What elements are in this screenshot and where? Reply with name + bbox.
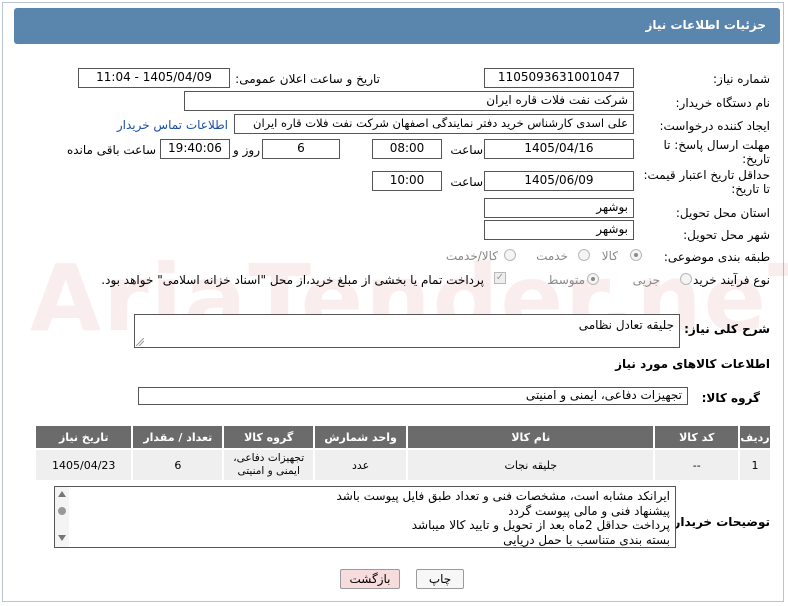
- reply-deadline-label: مهلت ارسال پاسخ: تا: [663, 138, 770, 152]
- goods-table: ردیف کد کالا نام کالا واحد شمارش گروه کا…: [33, 424, 772, 482]
- process-radio-medium[interactable]: [587, 273, 599, 285]
- buyer-org-field[interactable]: شرکت نفت فلات قاره ایران: [184, 91, 634, 111]
- goods-group-label: گروه کالا:: [701, 391, 760, 405]
- page-header: جزئیات اطلاعات نیاز: [14, 8, 780, 44]
- cell-goods-code: --: [653, 448, 741, 482]
- back-button[interactable]: بازگشت: [340, 569, 400, 589]
- price-validity-label-2: تا تاریخ:: [731, 182, 770, 196]
- page-title: جزئیات اطلاعات نیاز: [645, 18, 766, 32]
- province-label: استان محل تحویل:: [675, 206, 770, 220]
- col-need-date: تاریخ نیاز: [33, 424, 134, 450]
- cell-row-number: 1: [738, 448, 772, 482]
- reply-deadline-date[interactable]: 1405/04/16: [484, 139, 634, 159]
- print-button[interactable]: چاپ: [416, 569, 464, 589]
- description-label: شرح کلی نیاز:: [684, 322, 770, 336]
- col-goods-name: نام کالا: [406, 424, 656, 450]
- need-number-label: شماره نیاز:: [713, 72, 770, 86]
- province-field[interactable]: بوشهر: [484, 198, 634, 218]
- reply-time-label: ساعت: [450, 143, 483, 157]
- price-validity-time-label: ساعت: [450, 175, 483, 189]
- cell-goods-name: جلیقه نجات: [406, 448, 656, 482]
- col-quantity: تعداد / مقدار: [131, 424, 225, 450]
- scroll-up-icon[interactable]: [58, 491, 66, 497]
- announce-datetime-label: تاریخ و ساعت اعلان عمومی:: [235, 72, 380, 86]
- city-label: شهر محل تحویل:: [683, 228, 770, 242]
- announce-datetime-field[interactable]: 1405/04/09 - 11:04: [78, 68, 230, 88]
- creator-label: ایجاد کننده درخواست:: [659, 119, 770, 133]
- description-field[interactable]: جلیقه تعادل نظامی: [134, 314, 680, 348]
- cell-unit: عدد: [313, 448, 409, 482]
- process-option-medium: متوسط: [547, 273, 585, 287]
- buyer-notes-line-4: بسته بندی متناسب با حمل دریایی: [503, 532, 670, 547]
- buyer-org-label: نام دستگاه خریدار:: [675, 96, 771, 110]
- category-option-goods-service: کالا/خدمت: [445, 249, 498, 263]
- col-unit: واحد شمارش: [313, 424, 409, 450]
- cell-need-date: 1405/04/23: [33, 448, 134, 482]
- treasury-payment-note: پرداخت تمام یا بخشی از مبلغ خرید،از محل …: [101, 273, 484, 287]
- need-number-field[interactable]: 1105093631001047: [484, 68, 634, 88]
- goods-group-field[interactable]: تجهیزات دفاعی، ایمنی و امنیتی: [138, 387, 688, 405]
- category-radio-service[interactable]: [578, 249, 590, 261]
- goods-info-title: اطلاعات کالاهای مورد نیاز: [615, 357, 770, 371]
- category-radio-goods[interactable]: [630, 249, 642, 261]
- treasury-checkbox[interactable]: ✓: [494, 272, 506, 284]
- category-option-service: خدمت: [536, 249, 568, 263]
- col-goods-code: کد کالا: [653, 424, 741, 450]
- remaining-days-field[interactable]: 6: [262, 139, 340, 159]
- scroll-thumb[interactable]: [58, 507, 66, 515]
- buyer-notes-line-3: پرداخت حداقل 2ماه بعد از تحویل و تایید ک…: [411, 518, 670, 532]
- buyer-notes-label: توضیحات خریدار:: [668, 515, 770, 529]
- category-label: طبقه بندی موضوعی:: [663, 250, 770, 264]
- buyer-notes-line-2: پیشنهاد فنی و مالی پیوست گردد: [508, 503, 670, 518]
- remaining-time-field[interactable]: 19:40:06: [160, 139, 230, 159]
- creator-field[interactable]: علی اسدی کارشناس خرید دفتر نمایندگی اصفه…: [234, 114, 634, 134]
- process-radio-minor[interactable]: [680, 273, 692, 285]
- table-row[interactable]: 1 -- جلیقه نجات عدد تجهیزات دفاعی، ایمنی…: [33, 448, 772, 482]
- category-option-goods: کالا: [601, 249, 618, 263]
- cell-quantity: 6: [131, 448, 225, 482]
- buyer-notes-field[interactable]: ایرانکد مشابه است، مشخصات فنی و تعداد طب…: [54, 486, 676, 548]
- price-validity-date[interactable]: 1405/06/09: [484, 171, 634, 191]
- process-type-label: نوع فرآیند خرید :: [685, 273, 770, 287]
- reply-deadline-label-2: تاریخ:: [742, 152, 770, 166]
- days-label: روز و: [233, 143, 260, 157]
- category-radio-goods-service[interactable]: [504, 249, 516, 261]
- col-goods-group: گروه کالا: [222, 424, 316, 450]
- process-option-minor: جزیی: [632, 273, 660, 287]
- price-validity-time[interactable]: 10:00: [372, 171, 442, 191]
- notes-scrollbar[interactable]: [55, 487, 69, 547]
- remaining-time-label: ساعت باقی مانده: [66, 143, 156, 157]
- buyer-notes-line-1: ایرانکد مشابه است، مشخصات فنی و تعداد طب…: [336, 489, 671, 503]
- city-field[interactable]: بوشهر: [484, 220, 634, 240]
- cell-goods-group: تجهیزات دفاعی، ایمنی و امنیتی: [222, 448, 316, 482]
- col-row-number: ردیف: [738, 424, 772, 450]
- scroll-down-icon[interactable]: [58, 535, 66, 541]
- price-validity-label: حداقل تاریخ اعتبار قیمت:: [643, 168, 770, 182]
- buyer-contact-link[interactable]: اطلاعات تماس خریدار: [117, 118, 228, 132]
- reply-deadline-time[interactable]: 08:00: [372, 139, 442, 159]
- table-header-row: ردیف کد کالا نام کالا واحد شمارش گروه کا…: [33, 424, 772, 450]
- resize-handle-icon[interactable]: [136, 338, 144, 346]
